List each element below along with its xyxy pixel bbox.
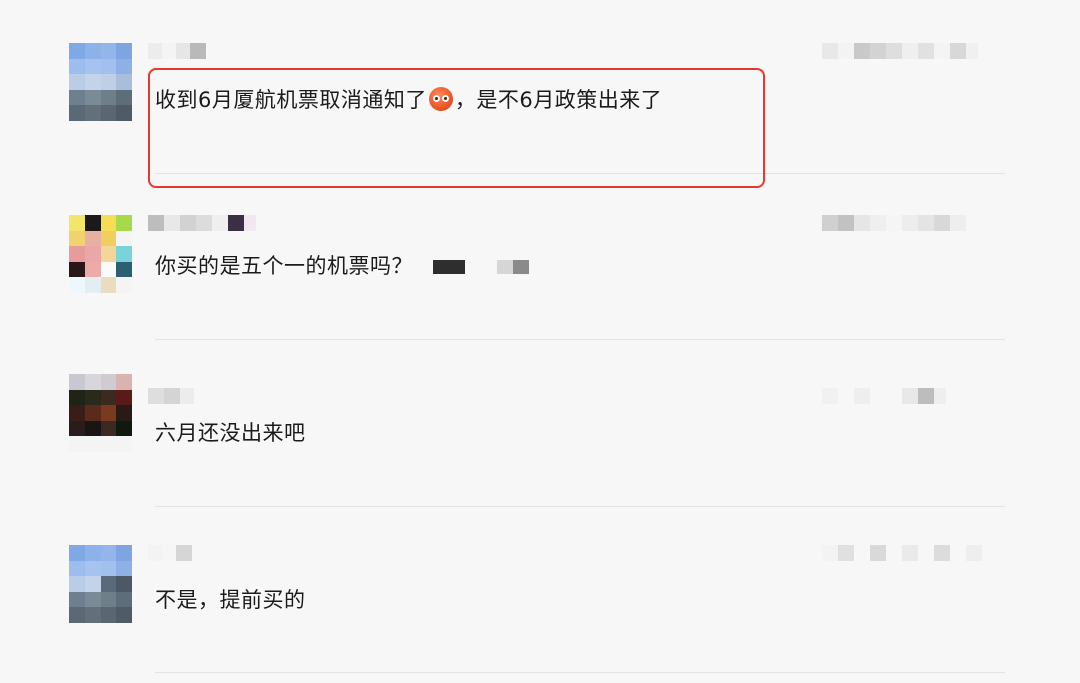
comment-text: 你买的是五个一的机票吗？ [155, 252, 529, 280]
avatar[interactable] [69, 43, 132, 121]
username-blurred[interactable] [148, 545, 192, 561]
divider [155, 672, 1005, 673]
comment-text: 不是，提前买的 [155, 586, 306, 614]
highlight-box [148, 68, 765, 188]
timestamp-blurred [822, 43, 978, 59]
comment-text-part: 六月还没出来吧 [155, 421, 306, 445]
avatar[interactable] [69, 215, 132, 293]
timestamp-blurred [822, 388, 946, 404]
comment-text-part: 你买的是五个一的机票吗？ [155, 254, 413, 278]
divider [155, 506, 1005, 507]
divider [155, 339, 1005, 340]
comment-text-part: 不是，提前买的 [155, 588, 306, 612]
avatar[interactable] [69, 374, 132, 452]
avatar[interactable] [69, 545, 132, 623]
username-blurred[interactable] [148, 43, 206, 59]
username-blurred[interactable] [148, 388, 194, 404]
comment-text: 六月还没出来吧 [155, 419, 306, 447]
blurred-mention [433, 260, 529, 274]
username-blurred[interactable] [148, 215, 256, 231]
timestamp-blurred [822, 215, 966, 231]
timestamp-blurred [822, 545, 982, 561]
